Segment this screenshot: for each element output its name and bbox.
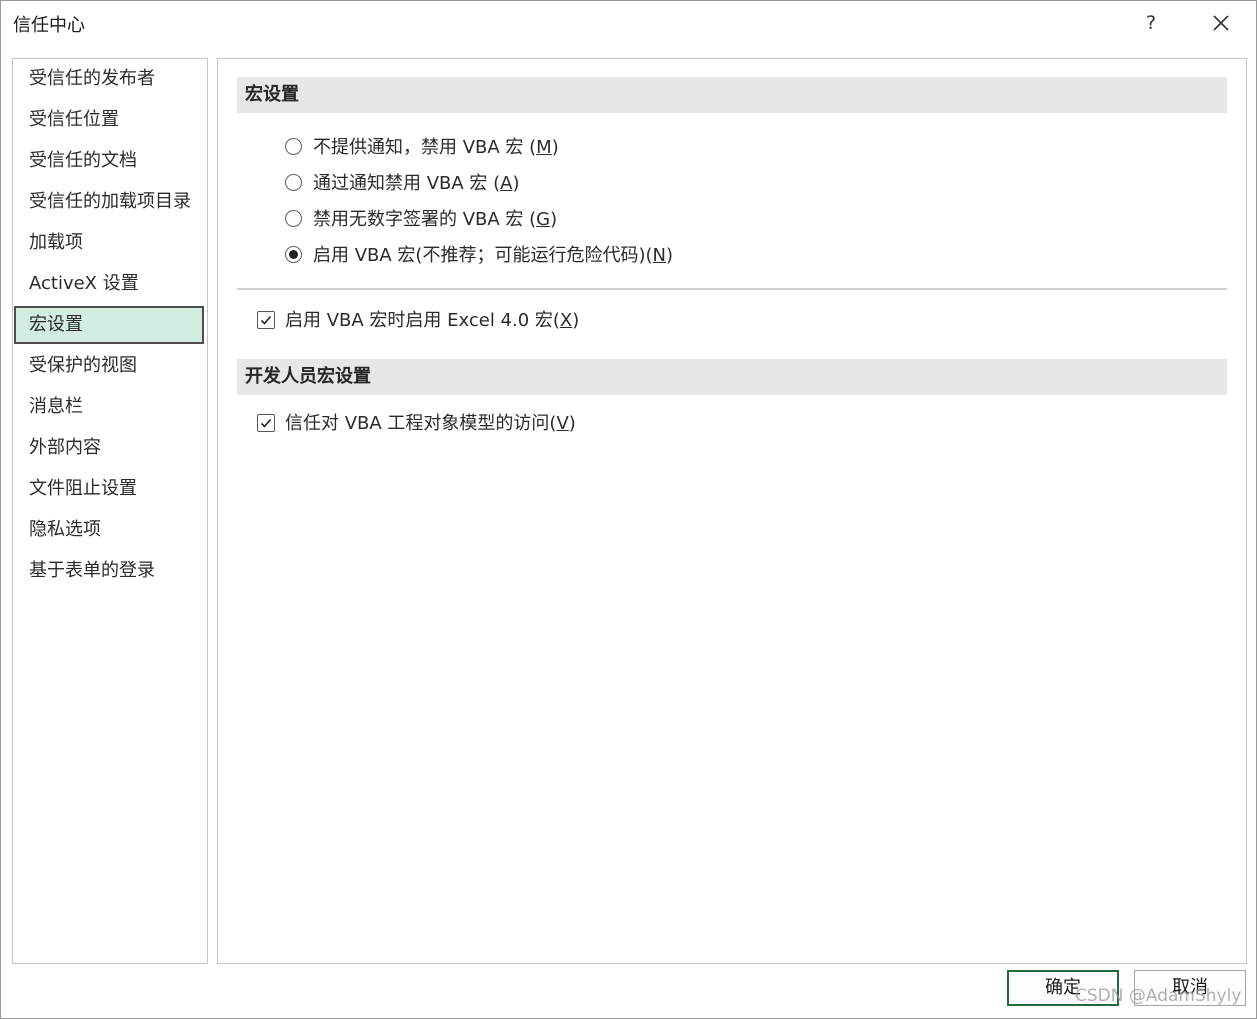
option-label: 禁用无数字签署的 VBA 宏 (G) <box>313 209 558 230</box>
option-label: 启用 VBA 宏(不推荐；可能运行危险代码)(N) <box>313 245 673 266</box>
trust-center-dialog: 信任中心 ? 受信任的发布者 受信任位置 受信任的文档 受信任的加载项目录 加载… <box>0 0 1257 1019</box>
radio-button-selected[interactable] <box>285 246 302 263</box>
option-label: 通过通知禁用 VBA 宏 (A) <box>313 173 520 194</box>
settings-panel: 宏设置 不提供通知，禁用 VBA 宏 (M) 通过通知禁用 VBA 宏 (A) … <box>217 58 1247 964</box>
category-sidebar: 受信任的发布者 受信任位置 受信任的文档 受信任的加载项目录 加载项 Activ… <box>12 58 208 964</box>
developer-macro-settings-header: 开发人员宏设置 <box>237 359 1227 395</box>
checkmark-icon <box>260 315 272 325</box>
sidebar-item-activex-settings[interactable]: ActiveX 设置 <box>14 265 204 303</box>
title-bar: 信任中心 ? <box>1 1 1256 45</box>
sidebar-item-file-block-settings[interactable]: 文件阻止设置 <box>14 470 204 508</box>
close-button[interactable] <box>1201 5 1241 41</box>
separator-line <box>237 288 1227 290</box>
sidebar-item-trusted-publishers[interactable]: 受信任的发布者 <box>14 60 204 98</box>
sidebar-item-protected-view[interactable]: 受保护的视图 <box>14 347 204 385</box>
sidebar-item-addins[interactable]: 加载项 <box>14 224 204 262</box>
sidebar-item-macro-settings[interactable]: 宏设置 <box>14 306 204 344</box>
sidebar-item-form-based-signin[interactable]: 基于表单的登录 <box>14 552 204 590</box>
macro-settings-header: 宏设置 <box>237 77 1227 113</box>
radio-button-unselected[interactable] <box>285 174 302 191</box>
checkbox-label: 启用 VBA 宏时启用 Excel 4.0 宏(X) <box>285 310 580 331</box>
dialog-title: 信任中心 <box>13 15 85 36</box>
help-button[interactable]: ? <box>1133 7 1169 39</box>
sidebar-item-trusted-documents[interactable]: 受信任的文档 <box>14 142 204 180</box>
close-icon <box>1213 15 1229 31</box>
checkmark-icon <box>260 418 272 428</box>
sidebar-item-message-bar[interactable]: 消息栏 <box>14 388 204 426</box>
checkbox-checked[interactable] <box>257 311 275 329</box>
sidebar-item-privacy-options[interactable]: 隐私选项 <box>14 511 204 549</box>
watermark-text: CSDN @AdamShyly <box>1075 986 1242 1006</box>
radio-button-unselected[interactable] <box>285 138 302 155</box>
radio-button-unselected[interactable] <box>285 210 302 227</box>
sidebar-item-external-content[interactable]: 外部内容 <box>14 429 204 467</box>
checkbox-checked[interactable] <box>257 414 275 432</box>
checkbox-label: 信任对 VBA 工程对象模型的访问(V) <box>285 413 576 434</box>
option-label: 不提供通知，禁用 VBA 宏 (M) <box>313 137 559 158</box>
sidebar-item-trusted-addin-catalogs[interactable]: 受信任的加载项目录 <box>14 183 204 221</box>
sidebar-item-trusted-locations[interactable]: 受信任位置 <box>14 101 204 139</box>
